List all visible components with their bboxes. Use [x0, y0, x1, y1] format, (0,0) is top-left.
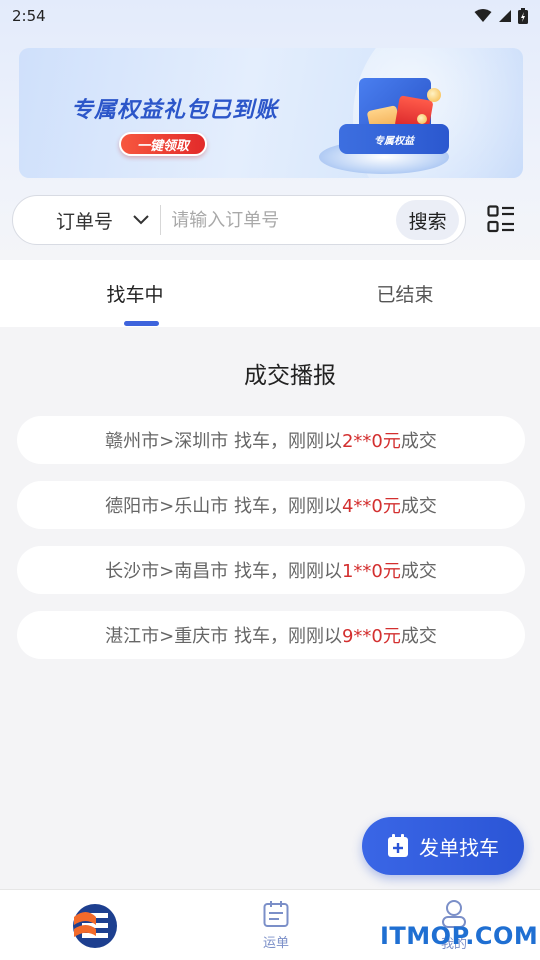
- list-item: 赣州市>深圳市 找车，刚刚以 2**0元 成交: [17, 416, 525, 464]
- status-time: 2:54: [12, 7, 46, 25]
- nav-label-orders: 运单: [262, 936, 289, 951]
- chevron-down-icon: [133, 215, 149, 225]
- report-suffix: 成交: [400, 431, 437, 452]
- report-route: 赣州市>深圳市 找车，刚刚以: [105, 431, 342, 452]
- report-route: 德阳市>乐山市 找车，刚刚以: [105, 496, 342, 517]
- nav-item-orders[interactable]: 运单: [240, 890, 312, 960]
- status-bar: 2:54: [0, 0, 540, 32]
- report-price: 9**0元: [341, 626, 401, 647]
- report-price: 4**0元: [341, 496, 401, 517]
- list-item: 长沙市>南昌市 找车，刚刚以 1**0元 成交: [17, 546, 525, 594]
- report-suffix: 成交: [400, 496, 437, 517]
- report-price: 2**0元: [341, 431, 401, 452]
- status-tabs: 找车中 已结束: [0, 260, 540, 327]
- signal-icon: [499, 10, 511, 22]
- coin-icon: [417, 114, 427, 124]
- watermark: ITMOP.COM: [380, 922, 539, 950]
- tab-finished[interactable]: 已结束: [270, 260, 540, 327]
- post-order-button[interactable]: 发单找车: [362, 817, 524, 875]
- wifi-icon: [474, 9, 492, 22]
- list-item: 德阳市>乐山市 找车，刚刚以 4**0元 成交: [17, 481, 525, 529]
- order-type-select[interactable]: 订单号: [13, 196, 160, 244]
- status-icons: [474, 8, 528, 24]
- gift-plate: 专属权益: [339, 124, 449, 154]
- order-type-value: 订单号: [56, 210, 114, 233]
- report-suffix: 成交: [400, 561, 437, 582]
- coin-icon: [427, 88, 441, 102]
- report-suffix: 成交: [400, 626, 437, 647]
- report-price: 1**0元: [341, 561, 401, 582]
- tab-finding-vehicle[interactable]: 找车中: [0, 260, 270, 327]
- battery-icon: [518, 8, 528, 24]
- report-title: 成交播报: [244, 363, 336, 389]
- post-order-label: 发单找车: [419, 835, 499, 860]
- banner-title: 专属权益礼包已到账: [71, 98, 279, 123]
- app-logo-icon: [73, 903, 117, 948]
- clipboard-plus-icon: [388, 834, 408, 857]
- search-button[interactable]: 搜索: [396, 200, 459, 240]
- search-bar: 订单号 搜索: [12, 195, 466, 245]
- list-item: 湛江市>重庆市 找车，刚刚以 9**0元 成交: [17, 611, 525, 659]
- nav-item-home[interactable]: [60, 890, 130, 960]
- claim-button[interactable]: 一键领取: [119, 132, 207, 156]
- order-search-input[interactable]: [161, 196, 397, 244]
- list-menu-icon[interactable]: [487, 205, 515, 233]
- calendar-icon: [263, 901, 289, 927]
- report-route: 长沙市>南昌市 找车，刚刚以: [105, 561, 342, 582]
- promo-banner[interactable]: 专属权益礼包已到账 一键领取 专属权益: [19, 48, 523, 178]
- active-tab-indicator: [124, 321, 159, 326]
- report-route: 湛江市>重庆市 找车，刚刚以: [105, 626, 342, 647]
